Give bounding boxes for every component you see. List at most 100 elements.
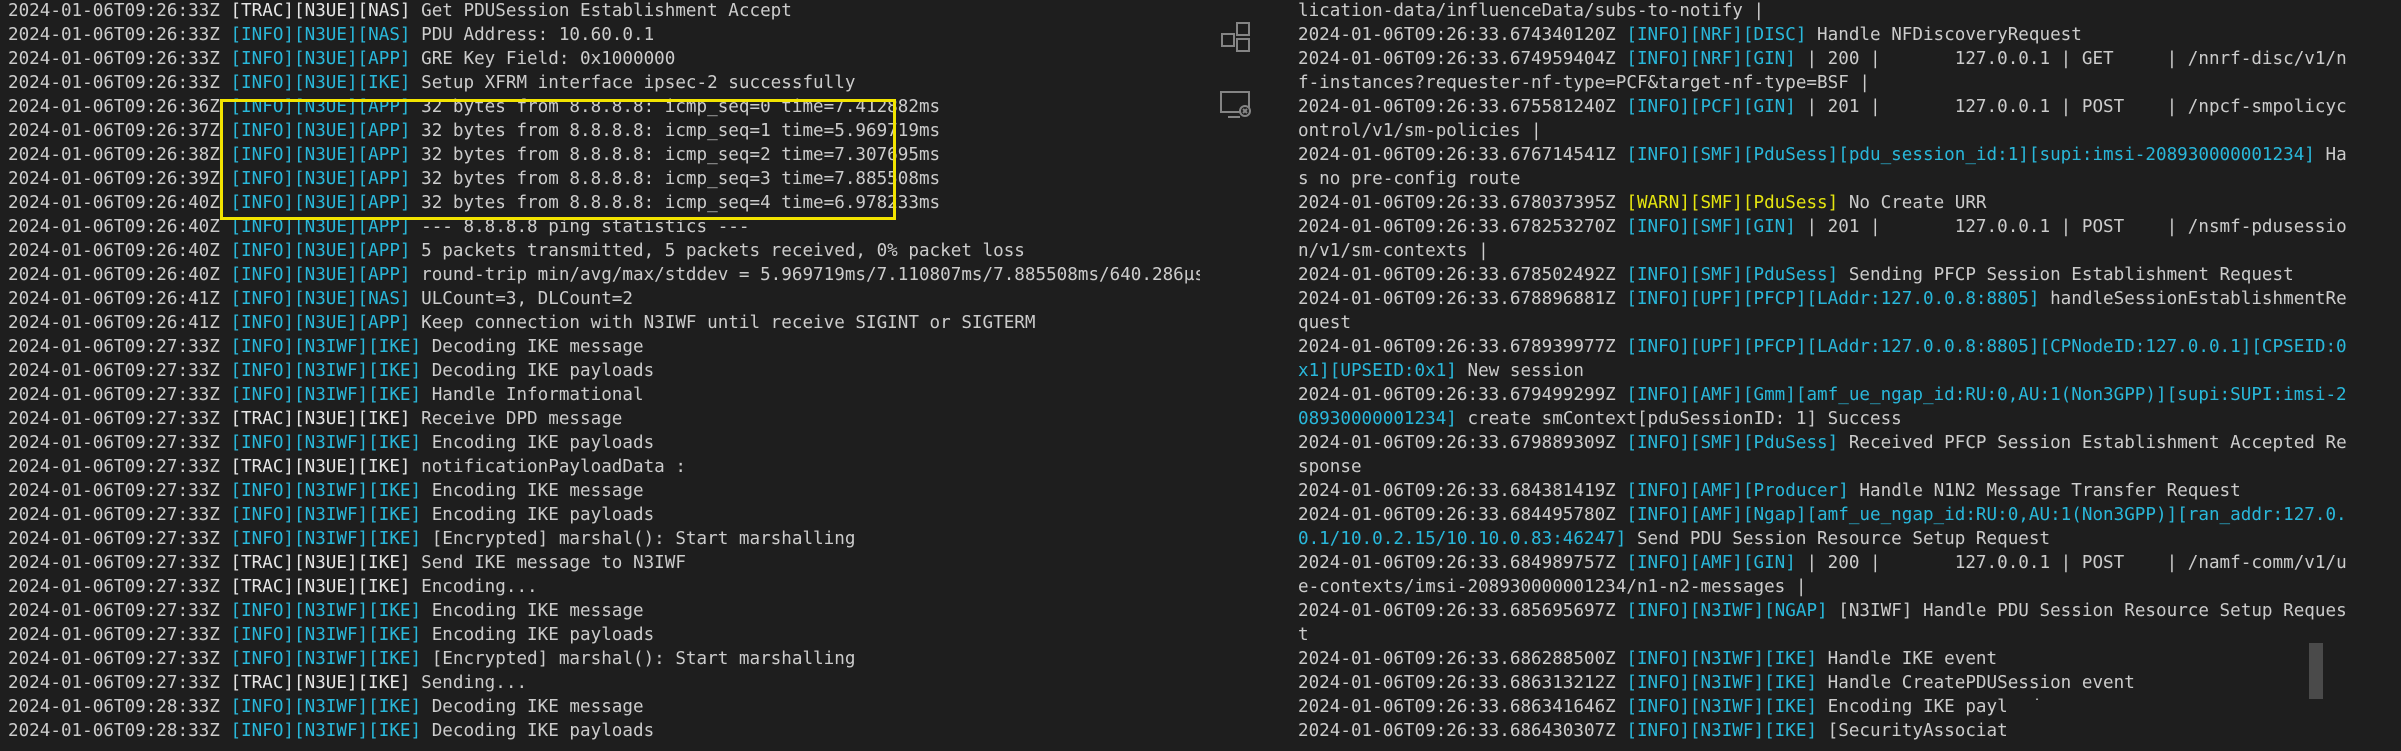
remote-window-icon[interactable] [1218, 86, 1254, 122]
log-tag: [INFO][N3IWF][IKE] [230, 433, 422, 453]
log-tag: [INFO][PCF][GIN] [1626, 97, 1796, 117]
log-line: 2024-01-06T09:27:33Z [INFO][N3IWF][IKE] … [8, 503, 1200, 527]
log-line: 2024-01-06T09:26:38Z [INFO][N3UE][APP] 3… [8, 143, 1200, 167]
log-tag: [INFO][AMF][Ngap][amf_ue_ngap_id:RU:0,AU… [1626, 505, 2347, 525]
log-message: Encoding IKE message [421, 601, 644, 621]
log-tag: [INFO][N3IWF][IKE] [1626, 649, 1818, 669]
log-timestamp: 2024-01-06T09:26:38Z [8, 145, 231, 165]
log-tag: [TRAC][N3UE][IKE] [230, 457, 411, 477]
log-timestamp: 2024-01-06T09:26:40Z [8, 265, 231, 285]
terminal-output-left: 2024-01-06T09:26:33Z [TRAC][N3UE][NAS] G… [8, 0, 1200, 743]
log-timestamp: 2024-01-06T09:27:33Z [8, 433, 231, 453]
log-line: 2024-01-06T09:27:33Z [TRAC][N3UE][IKE] S… [8, 671, 1200, 695]
terminal-pane-left[interactable]: 2024-01-06T09:26:33Z [TRAC][N3UE][NAS] G… [0, 0, 1200, 751]
log-timestamp: 2024-01-06T09:26:33Z [8, 25, 231, 45]
log-timestamp: 2024-01-06T09:26:33.686430307Z [1298, 721, 1627, 741]
log-message: New session [1456, 361, 1584, 381]
log-timestamp: 2024-01-06T09:26:40Z [8, 217, 231, 237]
log-line: 2024-01-06T09:28:33Z [INFO][N3IWF][IKE] … [8, 695, 1200, 719]
log-line: 2024-01-06T09:27:33Z [TRAC][N3UE][IKE] R… [8, 407, 1200, 431]
log-timestamp: 2024-01-06T09:26:40Z [8, 193, 231, 213]
log-timestamp: 2024-01-06T09:26:41Z [8, 289, 231, 309]
log-line: 2024-01-06T09:26:33.685695697Z [INFO][N3… [1298, 599, 2401, 623]
log-message: Decoding IKE message [421, 697, 644, 717]
log-tag: [INFO][N3UE][APP] [230, 145, 411, 165]
log-message: e-contexts/imsi-208930000001234/n1-n2-me… [1298, 577, 1807, 597]
log-line: 2024-01-06T09:26:41Z [INFO][N3UE][NAS] U… [8, 287, 1200, 311]
log-timestamp: 2024-01-06T09:27:33Z [8, 361, 231, 381]
scrollbar-thumb[interactable] [2309, 643, 2323, 699]
log-line: quest [1298, 311, 2401, 335]
split-editor-icon[interactable] [1218, 20, 1254, 56]
log-message: [Encrypted] marshal(): Start marshalling [421, 649, 856, 669]
log-message: Get PDUSession Establishment Accept [410, 1, 792, 21]
log-message: No Create URR [1838, 193, 1987, 213]
log-message: Sending PFCP Session Establishment Reque… [1838, 265, 2294, 285]
log-timestamp: 2024-01-06T09:27:33Z [8, 529, 231, 549]
log-line: 2024-01-06T09:27:33Z [INFO][N3IWF][IKE] … [8, 431, 1200, 455]
log-timestamp: 2024-01-06T09:26:33.676714541Z [1298, 145, 1627, 165]
log-line: 2024-01-06T09:27:33Z [INFO][N3IWF][IKE] … [8, 335, 1200, 359]
scrollbar[interactable] [2309, 0, 2323, 751]
log-tag: [INFO][N3UE][APP] [230, 49, 411, 69]
log-timestamp: 2024-01-06T09:26:33.678502492Z [1298, 265, 1627, 285]
log-line: 2024-01-06T09:26:33.674340120Z [INFO][NR… [1298, 23, 2401, 47]
log-line: s no pre-config route [1298, 167, 2401, 191]
log-tag: [INFO][N3UE][APP] [230, 193, 411, 213]
log-tag: [INFO][N3UE][APP] [230, 121, 411, 141]
log-message: PDU Address: 10.60.0.1 [410, 25, 655, 45]
log-line: 2024-01-06T09:26:33.678253270Z [INFO][SM… [1298, 215, 2401, 239]
log-timestamp: 2024-01-06T09:26:33.686288500Z [1298, 649, 1627, 669]
log-line: 2024-01-06T09:26:33.684381419Z [INFO][AM… [1298, 479, 2401, 503]
log-message: --- 8.8.8.8 ping statistics --- [410, 217, 750, 237]
log-timestamp: 2024-01-06T09:26:33.684989757Z [1298, 553, 1627, 573]
log-line: x1][UPSEID:0x1] New session [1298, 359, 2401, 383]
log-line: 2024-01-06T09:26:33Z [INFO][N3UE][APP] G… [8, 47, 1200, 71]
log-message: | 201 | 127.0.0.1 | POST | /nsmf-pdusess… [1795, 217, 2347, 237]
log-tag: [INFO][NRF][GIN] [1626, 49, 1796, 69]
log-tag: [INFO][N3IWF][IKE] [230, 697, 422, 717]
log-tag: [INFO][N3IWF][IKE] [230, 625, 422, 645]
log-message: Encoding IKE payloads [421, 433, 655, 453]
log-tag: [TRAC][N3UE][IKE] [230, 409, 411, 429]
log-tag: [INFO][SMF][PduSess][pdu_session_id:1][s… [1626, 145, 2315, 165]
log-tag: 08930000001234] [1298, 409, 1457, 429]
log-tag: [INFO][N3IWF][IKE] [230, 505, 422, 525]
log-timestamp: 2024-01-06T09:26:33.686313212Z [1298, 673, 1627, 693]
log-line: ontrol/v1/sm-policies | [1298, 119, 2401, 143]
log-tag: [TRAC][N3UE][NAS] [230, 1, 411, 21]
terminal-pane-right[interactable]: lication-data/influenceData/subs-to-noti… [1270, 0, 2401, 751]
log-tag: [INFO][NRF][DISC] [1626, 25, 1807, 45]
log-tag: [INFO][N3IWF][IKE] [1626, 673, 1818, 693]
log-line: 2024-01-06T09:26:33.686313212Z [INFO][N3… [1298, 671, 2401, 695]
log-tag: [INFO][UPF][PFCP][LAddr:127.0.0.8:8805] [1626, 289, 2040, 309]
log-timestamp: 2024-01-06T09:26:33.678037395Z [1298, 193, 1627, 213]
log-timestamp: 2024-01-06T09:26:33.674959404Z [1298, 49, 1627, 69]
log-line: 2024-01-06T09:26:33Z [INFO][N3UE][IKE] S… [8, 71, 1200, 95]
log-tag: [INFO][N3IWF][IKE] [1626, 721, 1818, 741]
log-message: 5 packets transmitted, 5 packets receive… [410, 241, 1025, 261]
log-line: 2024-01-06T09:26:33.676714541Z [INFO][SM… [1298, 143, 2401, 167]
log-message: Decoding IKE payloads [421, 721, 655, 741]
log-timestamp: 2024-01-06T09:26:33.674340120Z [1298, 25, 1627, 45]
terminal-output-right: lication-data/influenceData/subs-to-noti… [1298, 0, 2401, 743]
log-message: 32 bytes from 8.8.8.8: icmp_seq=1 time=5… [410, 121, 941, 141]
log-message: 32 bytes from 8.8.8.8: icmp_seq=0 time=7… [410, 97, 941, 117]
side-rail [1200, 0, 1270, 751]
terminal-overlay [2007, 700, 2401, 751]
log-message: Received PFCP Session Establishment Acce… [1838, 433, 2347, 453]
log-line: n/v1/sm-contexts | [1298, 239, 2401, 263]
log-timestamp: 2024-01-06T09:27:33Z [8, 385, 231, 405]
log-message: Sending... [410, 673, 528, 693]
log-message: Keep connection with N3IWF until receive… [410, 313, 1036, 333]
log-message: GRE Key Field: 0x1000000 [410, 49, 676, 69]
log-message: | 200 | 127.0.0.1 | POST | /namf-comm/v1… [1795, 553, 2347, 573]
log-line: 2024-01-06T09:28:33Z [INFO][N3IWF][IKE] … [8, 719, 1200, 743]
log-line: sponse [1298, 455, 2401, 479]
log-message: Setup XFRM interface ipsec-2 successfull… [410, 73, 856, 93]
log-message: [Encrypted] marshal(): Start marshalling [421, 529, 856, 549]
log-line: 2024-01-06T09:26:36Z [INFO][N3UE][APP] 3… [8, 95, 1200, 119]
log-message: lication-data/influenceData/subs-to-noti… [1298, 1, 1765, 21]
log-message: | 201 | 127.0.0.1 | POST | /npcf-smpolic… [1795, 97, 2347, 117]
log-message: Encoding IKE message [421, 481, 644, 501]
